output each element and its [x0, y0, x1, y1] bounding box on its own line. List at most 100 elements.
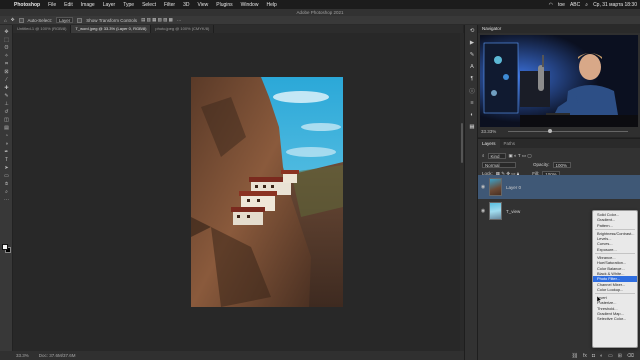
menu-image[interactable]: Image — [77, 2, 99, 8]
menu-select[interactable]: Select — [138, 2, 160, 8]
layers-footer: ⛓︎ fx ◘ ◐ ▭ ⊞ ⌫ — [478, 351, 640, 360]
menu-3d[interactable]: 3D — [179, 2, 193, 8]
brush-tool-icon[interactable]: ✎ — [0, 92, 13, 100]
info-icon[interactable]: ⓘ — [465, 85, 479, 97]
transform-controls-label: Show Transform Controls — [86, 17, 138, 23]
history-icon[interactable]: ⟲ — [465, 25, 479, 37]
paragraph-icon[interactable]: ¶ — [465, 73, 479, 85]
menu-type[interactable]: Type — [119, 2, 138, 8]
layer-name[interactable]: T_view — [506, 209, 520, 214]
move-tool-icon[interactable]: ✥ — [11, 17, 15, 23]
menu-window[interactable]: Window — [237, 2, 263, 8]
opacity-field[interactable]: 100% — [552, 161, 571, 168]
layer-name[interactable]: Layer 0 — [506, 185, 521, 190]
menu-plugins[interactable]: Plugins — [212, 2, 236, 8]
menu-help[interactable]: Help — [262, 2, 280, 8]
type-tool-icon[interactable]: T — [0, 156, 13, 164]
new-layer-icon[interactable]: ⊞ — [618, 353, 622, 359]
search-icon[interactable]: ⌕ — [585, 2, 588, 8]
visibility-eye-icon[interactable]: ◉ — [478, 208, 488, 214]
navigator-panel: Navigator 33.33% — [478, 25, 640, 137]
more-tools-icon[interactable]: ··· — [0, 196, 13, 204]
foreground-color-swatch[interactable] — [2, 244, 8, 250]
status-text-toe[interactable]: toe — [558, 2, 565, 8]
crop-tool-icon[interactable]: ⌗ — [0, 60, 13, 68]
libraries-icon[interactable]: ▦ — [465, 121, 479, 133]
character-icon[interactable]: A — [465, 61, 479, 73]
zoom-level[interactable]: 33.3% — [16, 353, 29, 358]
layers-panel-tabs: Layers Paths — [478, 139, 640, 148]
eraser-tool-icon[interactable]: ◫ — [0, 116, 13, 124]
eyedropper-tool-icon[interactable]: ⁄ — [0, 76, 13, 84]
document-size: Doc: 37.6M/37.6M — [38, 353, 76, 358]
navigator-zoom-value[interactable]: 33.33% — [481, 129, 496, 134]
auto-select-dropdown[interactable]: Layer — [56, 17, 74, 23]
zoom-tool-icon[interactable]: ⌕ — [0, 188, 13, 196]
document-photo-monastery[interactable] — [191, 77, 343, 307]
auto-select-checkbox[interactable] — [18, 17, 24, 23]
home-icon[interactable]: ⌂ — [4, 18, 7, 23]
history-brush-tool-icon[interactable]: ↺ — [0, 108, 13, 116]
wifi-icon[interactable]: ◠ — [549, 2, 553, 8]
menu-item[interactable]: Color Lookup... — [593, 287, 637, 292]
visibility-eye-icon[interactable]: ◉ — [478, 184, 488, 190]
adjustment-layer-icon[interactable]: ◐ — [600, 353, 603, 359]
brush-settings-icon[interactable]: ✎ — [465, 49, 479, 61]
menu-edit[interactable]: Edit — [60, 2, 77, 8]
layer-row[interactable]: ◉ Layer 0 — [478, 175, 640, 199]
move-tool-icon[interactable]: ✥ — [0, 28, 13, 36]
navigator-preview-webcam[interactable] — [480, 35, 638, 127]
trash-icon[interactable]: ⌫ — [627, 353, 634, 359]
quick-select-tool-icon[interactable]: ✧ — [0, 52, 13, 60]
shape-tool-icon[interactable]: ▭ — [0, 172, 13, 180]
scrollbar-thumb[interactable] — [461, 123, 463, 163]
play-actions-icon[interactable]: ▶ — [465, 37, 479, 49]
layers-filter-row: ⌕ Kind ▣ ◐ T ▭ ▢ — [478, 151, 640, 160]
frame-tool-icon[interactable]: ⊠ — [0, 68, 13, 76]
properties-icon[interactable]: ≡ — [465, 97, 479, 109]
tab-navigator[interactable]: Navigator — [478, 25, 640, 33]
menu-filter[interactable]: Filter — [160, 2, 179, 8]
marquee-tool-icon[interactable]: ⬚ — [0, 36, 13, 44]
menu-view[interactable]: View — [194, 2, 213, 8]
mouse-pointer-icon — [597, 296, 602, 303]
navigator-zoom-slider[interactable] — [508, 131, 628, 132]
tab-paths[interactable]: Paths — [500, 139, 520, 148]
hand-tool-icon[interactable]: ✋︎ — [0, 180, 13, 188]
navigator-zoom-thumb[interactable] — [547, 129, 552, 133]
menu-item[interactable]: Selective Color... — [593, 316, 637, 321]
fx-icon[interactable]: fx — [583, 353, 587, 359]
add-mask-icon[interactable]: ◘ — [592, 353, 595, 359]
tab-untitled[interactable]: Untitled-1 @ 100% (RGB/8) — [13, 25, 72, 33]
dodge-tool-icon[interactable]: ◑ — [0, 140, 13, 148]
menu-photoshop[interactable]: Photoshop — [10, 2, 44, 8]
lasso-tool-icon[interactable]: ʘ — [0, 44, 13, 52]
clock[interactable]: Cp, 31 марта 18:30 — [593, 2, 637, 8]
canvas-area[interactable] — [13, 33, 463, 351]
macos-menu-bar: Photoshop File Edit Image Layer Type Sel… — [0, 0, 640, 9]
menu-file[interactable]: File — [44, 2, 60, 8]
gradient-tool-icon[interactable]: ▤ — [0, 124, 13, 132]
layer-filter-kind[interactable]: Kind — [487, 152, 506, 159]
stamp-tool-icon[interactable]: ⊥ — [0, 100, 13, 108]
menu-item[interactable]: Exposure... — [593, 247, 637, 252]
tab-active-document[interactable]: T_word.jpeg @ 33.3% (Layer 0, RGB/8) — [71, 25, 152, 33]
blur-tool-icon[interactable]: ◔ — [0, 132, 13, 140]
transform-controls-checkbox[interactable] — [77, 17, 83, 23]
tab-layers[interactable]: Layers — [478, 139, 500, 148]
align-icons[interactable]: ▤ ▥ ▦ ▧ ▨ ▩ — [141, 17, 173, 23]
tab-photo[interactable]: photo.jpeg @ 100% (CMYK/8) — [151, 25, 215, 33]
path-select-tool-icon[interactable]: ➤ — [0, 164, 13, 172]
filter-type-icons[interactable]: ▣ ◐ T ▭ ▢ — [509, 153, 532, 159]
input-source[interactable]: ABC — [570, 2, 580, 8]
blend-mode-dropdown[interactable]: Normal — [482, 161, 516, 168]
window-title: Adobe Photoshop 2021 — [0, 9, 640, 16]
menu-item[interactable]: Pattern... — [593, 223, 637, 228]
link-layers-icon[interactable]: ⛓︎ — [572, 353, 578, 359]
healing-tool-icon[interactable]: ✚ — [0, 84, 13, 92]
group-folder-icon[interactable]: ▭ — [608, 353, 613, 359]
menu-layer[interactable]: Layer — [99, 2, 120, 8]
pen-tool-icon[interactable]: ✒ — [0, 148, 13, 156]
more-options-icon[interactable]: ··· — [177, 18, 182, 23]
adjustments-icon[interactable]: ◐ — [465, 109, 479, 121]
